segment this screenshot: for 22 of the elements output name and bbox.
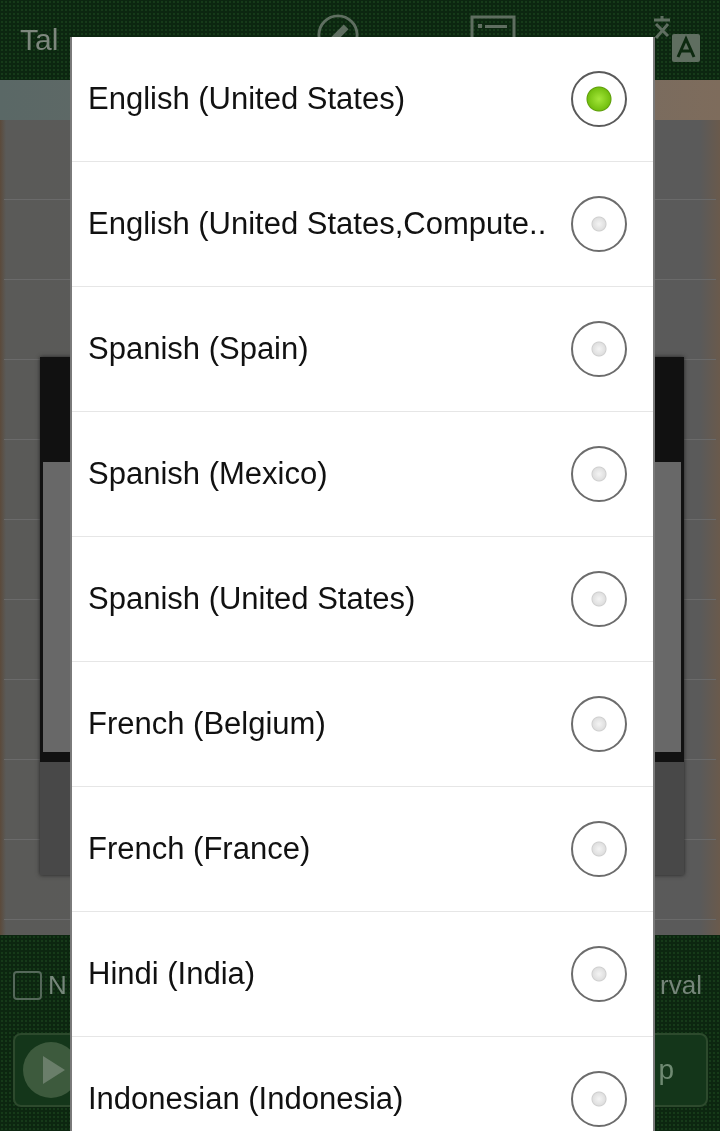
option-label: rval bbox=[660, 969, 702, 1001]
option-label: N bbox=[48, 969, 67, 1001]
radio-button[interactable] bbox=[571, 321, 627, 377]
language-name[interactable]: French (France) bbox=[88, 831, 311, 867]
language-name[interactable]: French (Belgium) bbox=[88, 706, 326, 742]
language-name[interactable]: Spanish (United States) bbox=[88, 581, 416, 617]
language-name[interactable]: Spanish (Mexico) bbox=[88, 456, 328, 492]
language-name[interactable]: English (United States,Compute.. bbox=[88, 206, 547, 242]
language-name[interactable]: Spanish (Spain) bbox=[88, 331, 309, 367]
radio-button[interactable] bbox=[571, 946, 627, 1002]
app-title: Tal bbox=[20, 22, 59, 58]
language-name[interactable]: English (United States) bbox=[88, 81, 406, 117]
radio-button[interactable] bbox=[571, 446, 627, 502]
language-name[interactable]: Hindi (India) bbox=[88, 956, 256, 992]
radio-button[interactable] bbox=[571, 571, 627, 627]
checkbox[interactable] bbox=[13, 970, 42, 1000]
radio-button[interactable] bbox=[571, 821, 627, 877]
radio-button[interactable] bbox=[571, 71, 627, 127]
language-name[interactable]: Indonesian (Indonesia) bbox=[88, 1081, 404, 1117]
radio-button[interactable] bbox=[571, 196, 627, 252]
radio-button[interactable] bbox=[571, 1071, 627, 1127]
radio-button[interactable] bbox=[571, 696, 627, 752]
